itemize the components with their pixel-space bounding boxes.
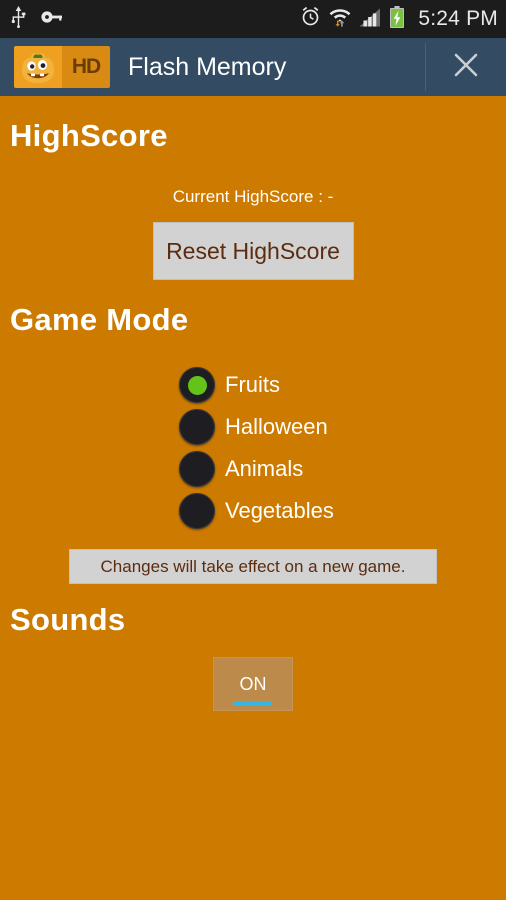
- battery-charging-icon: [389, 5, 405, 33]
- game-mode-radio-group: Fruits Halloween Animals Vegetables: [0, 364, 506, 532]
- settings-content: HighScore Current HighScore : - Reset Hi…: [0, 104, 506, 711]
- current-highscore-label: Current HighScore : -: [172, 187, 334, 206]
- app-screen: 5:24 PM HD Flash Memory HighScore Curren…: [0, 0, 506, 900]
- title-bar-accent-line: [0, 96, 506, 104]
- reset-highscore-button[interactable]: Reset HighScore: [152, 222, 354, 280]
- radio-label-halloween: Halloween: [225, 414, 328, 439]
- sounds-toggle-label: ON: [239, 673, 267, 694]
- usb-icon: [10, 5, 27, 33]
- radio-icon-fruits[interactable]: [179, 367, 215, 403]
- app-logo: HD: [14, 46, 110, 88]
- alarm-icon: [300, 6, 321, 32]
- close-button[interactable]: [426, 38, 506, 96]
- android-status-bar: 5:24 PM: [0, 0, 506, 38]
- radio-icon-vegetables[interactable]: [179, 493, 215, 529]
- sounds-heading: Sounds: [10, 602, 126, 637]
- radio-icon-halloween[interactable]: [179, 409, 215, 445]
- app-title: Flash Memory: [128, 52, 287, 81]
- game-mode-notice: Changes will take effect on a new game.: [69, 549, 437, 584]
- vpn-key-icon: [41, 10, 63, 29]
- radio-label-fruits: Fruits: [225, 372, 280, 397]
- game-mode-heading: Game Mode: [10, 302, 189, 337]
- wifi-icon: [329, 6, 351, 32]
- radio-option-fruits[interactable]: Fruits: [179, 364, 506, 406]
- close-icon: [450, 49, 482, 86]
- radio-option-halloween[interactable]: Halloween: [179, 406, 506, 448]
- signal-icon: [359, 7, 381, 32]
- highscore-heading: HighScore: [10, 118, 168, 153]
- pumpkin-icon: [14, 46, 62, 88]
- radio-option-vegetables[interactable]: Vegetables: [179, 490, 506, 532]
- radio-option-animals[interactable]: Animals: [179, 448, 506, 490]
- status-bar-right-icons: 5:24 PM: [300, 5, 498, 33]
- sounds-toggle-button[interactable]: ON: [213, 657, 293, 711]
- hd-badge: HD: [62, 46, 110, 88]
- radio-label-animals: Animals: [225, 456, 304, 481]
- status-bar-left-icons: [10, 5, 63, 33]
- radio-icon-animals[interactable]: [179, 451, 215, 487]
- sounds-toggle-indicator: [234, 701, 272, 706]
- app-title-bar: HD Flash Memory: [0, 38, 506, 96]
- radio-label-vegetables: Vegetables: [225, 498, 334, 523]
- status-bar-clock: 5:24 PM: [418, 7, 498, 30]
